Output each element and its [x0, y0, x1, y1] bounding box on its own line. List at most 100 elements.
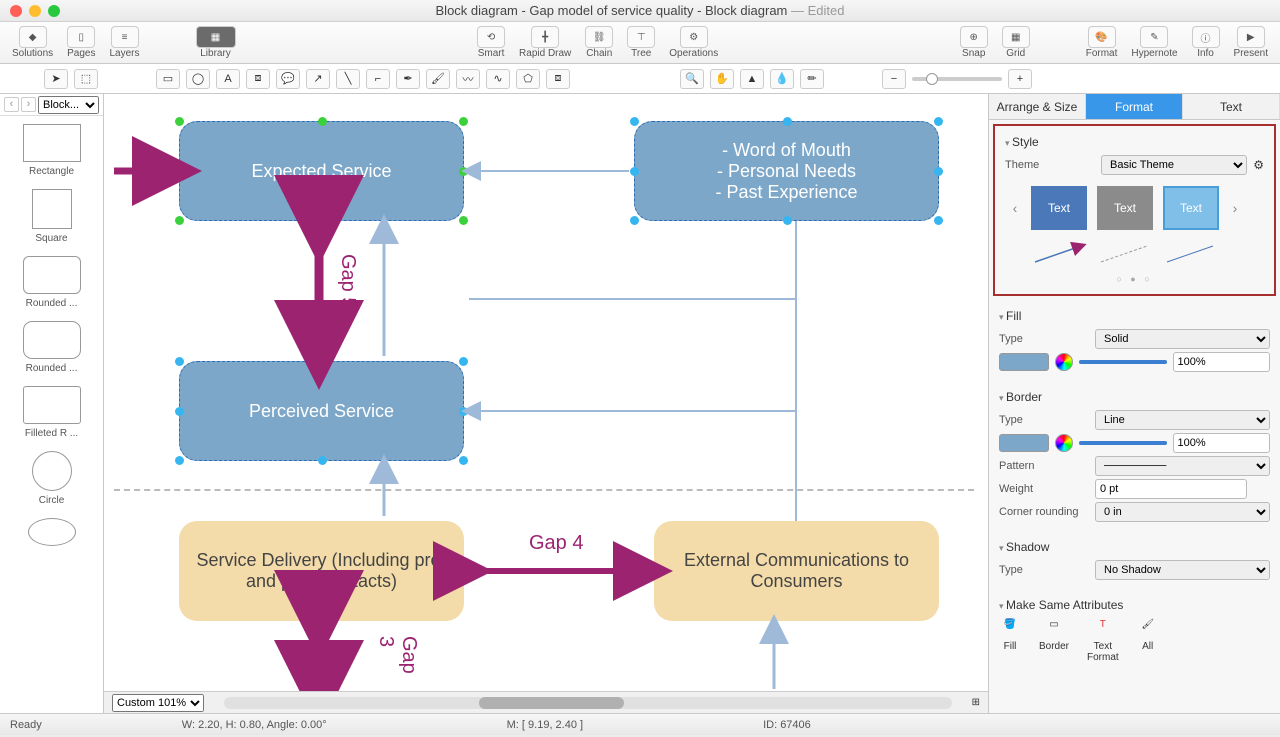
border-pattern-select[interactable]: ────────: [1095, 456, 1270, 476]
arrows: [114, 94, 984, 694]
brush-tool[interactable]: 🖌: [426, 69, 450, 89]
library-nav: ‹ › Block...: [0, 94, 103, 116]
shadow-header[interactable]: Shadow: [999, 537, 1270, 557]
hypernote-button[interactable]: ✎Hypernote: [1127, 26, 1181, 59]
pen-tool[interactable]: ✒: [396, 69, 420, 89]
style-tile-3[interactable]: Text: [1163, 186, 1219, 230]
present-button[interactable]: ▶Present: [1230, 26, 1272, 59]
eyedropper-tool[interactable]: 💧: [770, 69, 794, 89]
same-all[interactable]: 🖌All: [1137, 619, 1159, 663]
shape-library-panel: ‹ › Block... Rectangle Square Rounded ..…: [0, 94, 104, 713]
canvas-footer: Custom 101% ⊞: [104, 691, 988, 713]
canvas[interactable]: Expected Service - Word of Mouth - Perso…: [104, 94, 988, 713]
text-tool[interactable]: A: [216, 69, 240, 89]
page-dots[interactable]: ○ ● ○: [1005, 270, 1264, 288]
smart-button[interactable]: ⟲Smart: [473, 26, 509, 59]
same-fill[interactable]: 🪣Fill: [999, 619, 1021, 663]
layers-button[interactable]: ≡Layers: [106, 26, 144, 59]
gear-icon[interactable]: ⚙: [1253, 158, 1264, 172]
fill-color-picker[interactable]: [1055, 353, 1073, 371]
zoom-select[interactable]: Custom 101%: [112, 694, 204, 712]
same-header[interactable]: Make Same Attributes: [999, 595, 1270, 615]
style-header[interactable]: Style: [1005, 132, 1264, 152]
tab-format[interactable]: Format: [1086, 94, 1183, 119]
border-weight-input[interactable]: [1095, 479, 1247, 499]
text-select-tool[interactable]: ⬚: [74, 69, 98, 89]
library-select[interactable]: Block...: [38, 96, 99, 114]
chain-button[interactable]: ⛓Chain: [581, 26, 617, 59]
eraser-tool[interactable]: ✏: [800, 69, 824, 89]
rect-tool[interactable]: ▭: [156, 69, 180, 89]
crop-tool[interactable]: ⧈: [546, 69, 570, 89]
border-header[interactable]: Border: [999, 387, 1270, 407]
stamp-tool[interactable]: ▲: [740, 69, 764, 89]
fill-color-swatch[interactable]: [999, 353, 1049, 371]
tree-button[interactable]: ⊤Tree: [623, 26, 659, 59]
line-tool[interactable]: ╲: [336, 69, 360, 89]
tab-text[interactable]: Text: [1183, 94, 1280, 119]
shape-rounded-2[interactable]: Rounded ...: [0, 321, 103, 374]
shadow-type-select[interactable]: No Shadow: [1095, 560, 1270, 580]
callout-tool[interactable]: 💬: [276, 69, 300, 89]
zoom-out[interactable]: −: [882, 69, 906, 89]
zoom-tool[interactable]: 🔍: [680, 69, 704, 89]
shape-filleted[interactable]: Filleted R ...: [0, 386, 103, 439]
gap4-label: Gap 4: [529, 532, 583, 555]
hand-tool[interactable]: ✋: [710, 69, 734, 89]
info-button[interactable]: ⓘInfo: [1188, 26, 1224, 59]
solutions-button[interactable]: ◆Solutions: [8, 26, 57, 59]
border-section: Border TypeLine Pattern──────── Weight C…: [989, 381, 1280, 531]
polygon-tool[interactable]: ⬠: [516, 69, 540, 89]
border-type-select[interactable]: Line: [1095, 410, 1270, 430]
connector-tool[interactable]: ⌐: [366, 69, 390, 89]
status-dimensions: W: 2.20, H: 0.80, Angle: 0.00°: [182, 719, 327, 731]
tool-toolbar: ➤ ⬚ ▭ ◯ A ⧈ 💬 ↗ ╲ ⌐ ✒ 🖌 〰 ∿ ⬠ ⧈ 🔍 ✋ ▲ 💧 …: [0, 64, 1280, 94]
format-button[interactable]: 🎨Format: [1082, 26, 1122, 59]
shape-rounded-1[interactable]: Rounded ...: [0, 256, 103, 309]
grid-button[interactable]: ▦Grid: [998, 26, 1034, 59]
shape-circle[interactable]: Circle: [0, 451, 103, 506]
corner-rounding-select[interactable]: 0 in: [1095, 502, 1270, 522]
shape-ellipse[interactable]: [0, 518, 103, 546]
nav-fwd[interactable]: ›: [21, 97, 36, 112]
fill-section: Fill TypeSolid: [989, 300, 1280, 381]
nav-back[interactable]: ‹: [4, 97, 19, 112]
snap-button[interactable]: ⊕Snap: [956, 26, 992, 59]
inspector-tabs: Arrange & Size Format Text: [989, 94, 1280, 120]
zoom-in[interactable]: +: [1008, 69, 1032, 89]
style-tile-2[interactable]: Text: [1097, 186, 1153, 230]
style-tile-1[interactable]: Text: [1031, 186, 1087, 230]
pages-button[interactable]: ▯Pages: [63, 26, 99, 59]
curve-tool[interactable]: 〰: [456, 69, 480, 89]
style-next[interactable]: ›: [1229, 200, 1241, 216]
border-color-picker[interactable]: [1055, 434, 1073, 452]
window-title: Block diagram - Gap model of service qua…: [0, 3, 1280, 18]
arrow-tool[interactable]: ↗: [306, 69, 330, 89]
border-opacity-input[interactable]: [1173, 433, 1271, 453]
fill-opacity-input[interactable]: [1173, 352, 1271, 372]
same-border[interactable]: ▭Border: [1039, 619, 1069, 663]
shape-square[interactable]: Square: [0, 189, 103, 244]
pointer-tool[interactable]: ➤: [44, 69, 68, 89]
library-button[interactable]: ▦Library: [192, 26, 240, 59]
hscrollbar[interactable]: [224, 697, 952, 709]
style-section: Style ThemeBasic Theme⚙ ‹ Text Text Text…: [993, 124, 1276, 296]
border-color-swatch[interactable]: [999, 434, 1049, 452]
style-prev[interactable]: ‹: [1009, 200, 1021, 216]
spline-tool[interactable]: ∿: [486, 69, 510, 89]
fill-type-select[interactable]: Solid: [1095, 329, 1270, 349]
textbox-tool[interactable]: ⧈: [246, 69, 270, 89]
status-mouse: M: [ 9.19, 2.40 ]: [507, 719, 583, 731]
fill-header[interactable]: Fill: [999, 306, 1270, 326]
tab-arrange[interactable]: Arrange & Size: [989, 94, 1086, 119]
ellipse-tool[interactable]: ◯: [186, 69, 210, 89]
rapid-draw-button[interactable]: ╋Rapid Draw: [515, 26, 575, 59]
status-ready: Ready: [10, 719, 42, 731]
same-attributes-section: Make Same Attributes 🪣Fill ▭Border TText…: [989, 589, 1280, 673]
operations-button[interactable]: ⚙Operations: [665, 26, 722, 59]
border-opacity-slider[interactable]: [1079, 441, 1167, 445]
fill-opacity-slider[interactable]: [1079, 360, 1167, 364]
same-text[interactable]: TText Format: [1087, 619, 1119, 663]
shape-rectangle[interactable]: Rectangle: [0, 124, 103, 177]
theme-select[interactable]: Basic Theme: [1101, 155, 1247, 175]
